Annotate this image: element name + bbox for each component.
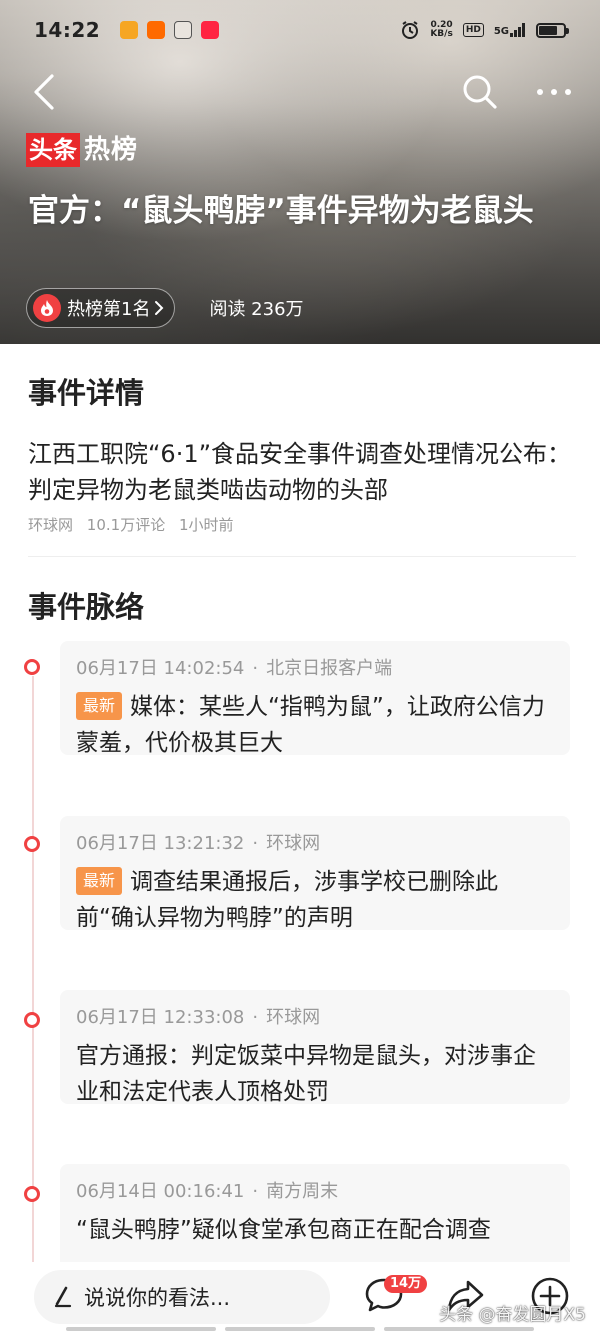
fire-icon-wrap [33,294,61,322]
timeline-item-meta: 06月14日 00:16:41 · 南方周末 [76,1180,554,1204]
battery-icon [536,22,569,38]
page-title: 官方：“鼠头鸭脖”事件异物为老鼠头 [28,193,534,229]
timeline-card[interactable]: 06月17日 12:33:08 · 环球网 官方通报：判定饭菜中异物是鼠头，对涉事企… [60,990,570,1105]
section-title-timeline: 事件脉络 [28,590,145,624]
timeline-item-meta: 06月17日 12:33:08 · 环球网 [76,1006,554,1030]
search-icon [463,75,497,109]
back-arrow-icon [34,74,54,110]
hotlist-rank-label: 热榜第1名 [67,299,151,320]
home-indicator-segment [66,1327,216,1331]
more-button[interactable] [528,68,580,116]
home-indicator-segment [225,1327,375,1331]
timeline-item-text: 官方通报：判定饭菜中异物是鼠头，对涉事企业和法定代表人顶格处罚 [76,1043,536,1105]
timeline-separator: · [252,1181,259,1202]
timeline-item-datetime: 06月17日 13:21:32 [76,833,245,854]
comment-input[interactable]: 说说你的看法... [34,1270,330,1324]
chevron-right-icon [155,301,164,315]
timeline-item-datetime: 06月17日 12:33:08 [76,1007,245,1028]
watermark: 头条 @奋发圆月X5 [439,1305,586,1325]
more-icon [537,89,571,95]
timeline-dot [24,659,40,675]
home-indicator [66,1327,534,1331]
network-speed-unit: KB/s [430,29,453,39]
hotlist-rank-button[interactable]: 热榜第1名 [26,288,176,328]
timeline-item-meta: 06月17日 14:02:54 · 北京日报客户端 [76,657,554,681]
detail-meta: 环球网 10.1万评论 1小时前 [28,514,243,535]
timeline-item-source: 环球网 [266,1007,321,1028]
new-tag: 最新 [76,867,123,895]
detail-comment-count: 10.1万评论 [86,516,166,534]
timeline-item-text-wrap: 最新 媒体：某些人“指鸭为鼠”，让政府公信力蒙羞，代价极其巨大 [76,689,554,761]
timeline-dot [24,1012,40,1028]
timeline-item-datetime: 06月14日 00:16:41 [76,1181,245,1202]
timeline-card[interactable]: 06月17日 13:21:32 · 环球网 最新 调查结果通报后，涉事学校已删除此前“… [60,816,570,931]
timeline-dot [24,1186,40,1202]
divider [28,556,576,557]
timeline-item-source: 北京日报客户端 [266,658,393,679]
redbook-app-icon [201,21,220,39]
timeline-item-text: “鼠头鸭脖”疑似食堂承包商正在配合调查 [76,1217,491,1243]
timeline-separator: · [252,833,259,854]
timeline-item-source: 环球网 [266,833,321,854]
timeline-item-text: 媒体：某些人“指鸭为鼠”，让政府公信力蒙羞，代价极其巨大 [76,694,545,756]
brand-badge: 头条 [26,133,80,167]
timeline-dot [24,836,40,852]
pen-icon [54,1286,72,1308]
read-count: 阅读 236万 [209,299,304,320]
alarm-icon [402,21,419,39]
timeline-item-text: 调查结果通报后，涉事学校已删除此前“确认异物为鸭脖”的声明 [76,869,499,931]
brand-word: 热榜 [84,135,139,165]
section-title-details: 事件详情 [28,376,145,410]
timeline-card[interactable]: 06月17日 14:02:54 · 北京日报客户端 最新 媒体：某些人“指鸭为鼠”，让… [60,641,570,756]
bottom-bar: 说说你的看法... 14万 头条 @奋发圆月X5 [0,1262,600,1333]
detail-time: 1小时前 [178,516,234,534]
signal-icon [510,23,525,37]
network-speed: 0.20 KB/s [430,21,452,39]
status-bar: 14:22 0.20 KB/s HD 5G [0,0,600,60]
comment-count-badge: 14万 [384,1275,428,1293]
weibo-app-icon [120,21,139,39]
timeline-item-datetime: 06月17日 14:02:54 [76,658,245,679]
home-indicator-segment [384,1327,534,1331]
taobao-app-icon [147,21,166,39]
hd-badge: HD [462,23,484,37]
status-right: 0.20 KB/s HD 5G [400,20,569,40]
toutiao-hotlist-logo: 头条 热榜 [26,133,138,167]
hero-meta: 热榜第1名 阅读 236万 [26,288,304,328]
signal-5g: 5G [494,23,526,37]
nav-bar [0,62,600,122]
timeline-item-meta: 06月17日 13:21:32 · 环球网 [76,832,554,856]
timeline-separator: · [252,658,259,679]
fire-icon [41,300,53,316]
network-type: 5G [493,26,509,37]
detail-headline-link[interactable]: 江西工职院“6·1”食品安全事件调查处理情况公布：判定异物为老鼠类啮齿动物的头部 [28,436,576,508]
hero-header: 14:22 0.20 KB/s HD 5G 头条 热榜 官方：“鼠头鸭脖”事件异… [0,0,600,344]
timeline-item-source: 南方周末 [266,1181,339,1202]
back-button[interactable] [22,66,66,118]
comment-placeholder: 说说你的看法... [84,1286,231,1310]
new-tag: 最新 [76,692,123,720]
search-button[interactable] [456,68,504,116]
timeline-item-text-wrap: 最新 调查结果通报后，涉事学校已删除此前“确认异物为鸭脖”的声明 [76,864,554,936]
status-time: 14:22 [34,18,101,42]
detail-source: 环球网 [28,516,74,534]
timeline-separator: · [252,1007,259,1028]
news-app-icon [174,21,193,39]
